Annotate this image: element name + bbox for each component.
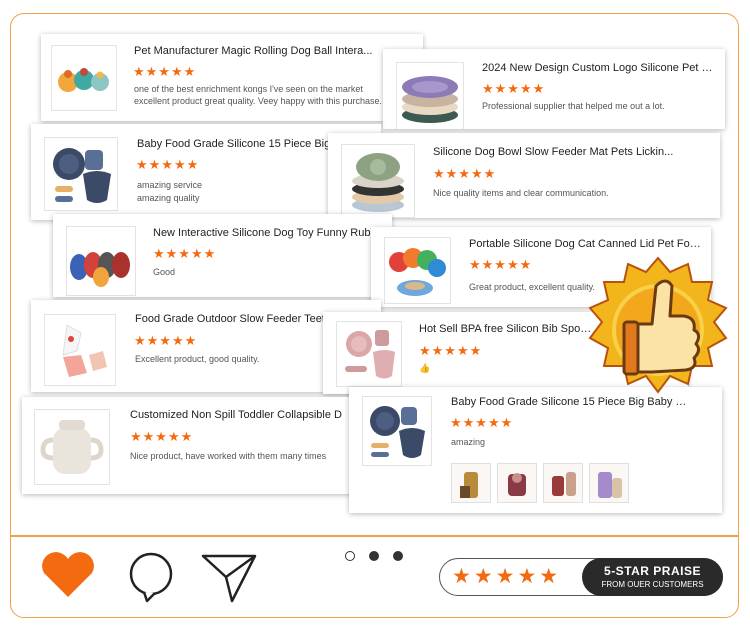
product-thumbnail (384, 237, 451, 304)
review-text: amazing (451, 437, 486, 447)
review-photo[interactable] (497, 463, 537, 503)
star-rating: ★★★★★ (450, 415, 514, 430)
carousel-dot[interactable] (369, 551, 379, 561)
product-title[interactable]: Pet Manufacturer Magic Rolling Dog Ball … (134, 45, 414, 57)
product-title[interactable]: New Interactive Silicone Dog Toy Funny R… (153, 227, 388, 239)
product-title[interactable]: Hot Sell BPA free Silicon Bib Spoon D (419, 323, 597, 335)
review-photo[interactable] (543, 463, 583, 503)
product-title[interactable]: Customized Non Spill Toddler Collapsible… (130, 409, 380, 421)
review-photo[interactable] (451, 463, 491, 503)
product-thumbnail (66, 226, 136, 296)
review-text: amazing quality (137, 193, 200, 203)
divider (10, 535, 739, 537)
review-text: 👍 (419, 363, 431, 373)
review-card[interactable]: Baby Food Grade Silicone 15 Piece Big Ba… (349, 387, 722, 513)
review-text: Great product, excellent quality. (469, 282, 595, 292)
praise-stars: ★★★★★ (452, 565, 562, 588)
carousel-dot[interactable] (345, 551, 355, 561)
star-rating: ★★★★★ (419, 343, 483, 358)
comment-icon[interactable] (127, 551, 175, 603)
praise-subheading: FROM OUER CUSTOMERS (601, 580, 704, 589)
review-text: excellent product great quality. Veey ha… (134, 96, 382, 106)
review-card[interactable]: Customized Non Spill Toddler Collapsible… (22, 397, 384, 494)
product-title[interactable]: 2024 New Design Custom Logo Silicone Pet… (482, 62, 714, 74)
review-card[interactable]: Silicone Dog Bowl Slow Feeder Mat Pets L… (328, 133, 720, 218)
product-title[interactable]: Portable Silicone Dog Cat Canned Lid Pet… (469, 238, 701, 250)
review-text: Professional supplier that helped me out… (482, 101, 665, 111)
review-card[interactable]: Pet Manufacturer Magic Rolling Dog Ball … (41, 34, 423, 121)
send-icon[interactable] (200, 553, 258, 605)
review-card[interactable]: New Interactive Silicone Dog Toy Funny R… (53, 214, 392, 297)
carousel-dot[interactable] (393, 551, 403, 561)
star-rating: ★★★★★ (136, 157, 200, 172)
star-rating: ★★★★★ (134, 333, 198, 348)
star-rating: ★★★★★ (133, 64, 197, 79)
review-text: Good (153, 267, 176, 277)
review-text: Nice product, have worked with them many… (130, 451, 327, 461)
product-thumbnail (341, 144, 415, 218)
star-rating: ★★★★★ (433, 166, 497, 181)
star-rating: ★★★★★ (469, 257, 533, 272)
product-thumbnail (362, 396, 432, 466)
star-rating: ★★★★★ (153, 246, 217, 261)
product-thumbnail (336, 321, 402, 387)
product-thumbnail (44, 137, 118, 211)
product-thumbnail (44, 314, 116, 386)
review-photo[interactable] (589, 463, 629, 503)
product-thumbnail (51, 45, 117, 111)
star-rating: ★★★★★ (482, 81, 546, 96)
heart-icon[interactable] (40, 551, 96, 599)
star-rating: ★★★★★ (130, 429, 194, 444)
product-thumbnail (34, 409, 110, 485)
review-text: Nice quality items and clear communicati… (433, 188, 609, 198)
thumbs-up-badge (588, 256, 728, 394)
product-thumbnail (396, 62, 464, 129)
review-text: amazing service (137, 180, 203, 190)
product-title[interactable]: Silicone Dog Bowl Slow Feeder Mat Pets L… (433, 146, 713, 158)
review-text: Excellent product, good quality. (135, 354, 260, 364)
praise-badge: 5-STAR PRAISE FROM OUER CUSTOMERS (582, 558, 723, 596)
review-card[interactable]: 2024 New Design Custom Logo Silicone Pet… (383, 49, 725, 129)
praise-heading: 5-STAR PRAISE (604, 564, 701, 578)
